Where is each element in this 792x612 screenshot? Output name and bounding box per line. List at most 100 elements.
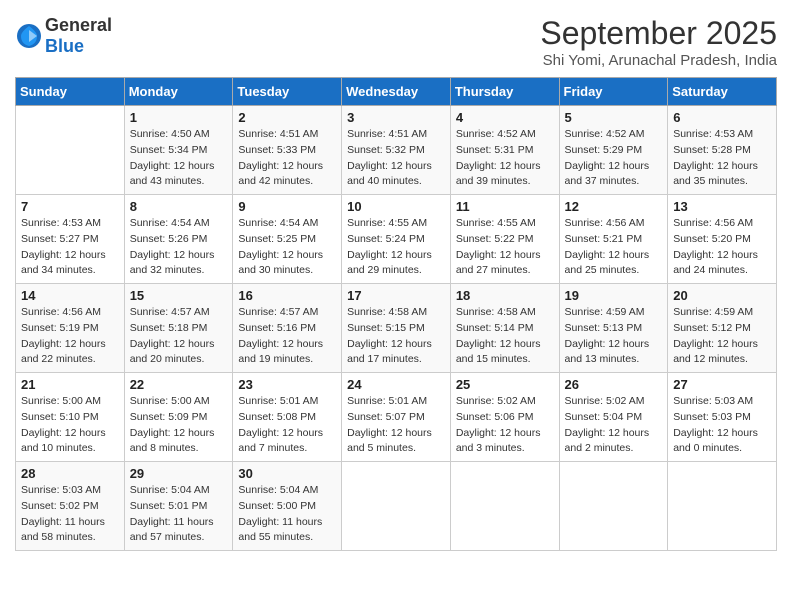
calendar-cell: 10Sunrise: 4:55 AMSunset: 5:24 PMDayligh…	[342, 195, 451, 284]
day-info: Sunrise: 5:02 AMSunset: 5:04 PMDaylight:…	[565, 394, 663, 457]
calendar-cell	[342, 462, 451, 551]
day-number: 18	[456, 288, 554, 303]
day-info: Sunrise: 4:50 AMSunset: 5:34 PMDaylight:…	[130, 127, 228, 190]
calendar-cell: 19Sunrise: 4:59 AMSunset: 5:13 PMDayligh…	[559, 284, 668, 373]
day-number: 7	[21, 199, 119, 214]
day-number: 19	[565, 288, 663, 303]
calendar-header-row: SundayMondayTuesdayWednesdayThursdayFrid…	[16, 78, 777, 106]
day-info: Sunrise: 4:55 AMSunset: 5:22 PMDaylight:…	[456, 216, 554, 279]
title-block: September 2025 Shi Yomi, Arunachal Prade…	[540, 15, 777, 69]
calendar-cell: 22Sunrise: 5:00 AMSunset: 5:09 PMDayligh…	[124, 373, 233, 462]
day-info: Sunrise: 5:02 AMSunset: 5:06 PMDaylight:…	[456, 394, 554, 457]
day-info: Sunrise: 5:04 AMSunset: 5:01 PMDaylight:…	[130, 483, 228, 546]
calendar-cell: 6Sunrise: 4:53 AMSunset: 5:28 PMDaylight…	[668, 106, 777, 195]
calendar-cell: 28 Sunrise: 5:03 AMSunset: 5:02 PMDayligh…	[16, 462, 125, 551]
day-number: 15	[130, 288, 228, 303]
day-info: Sunrise: 4:56 AMSunset: 5:20 PMDaylight:…	[673, 216, 771, 279]
day-info: Sunrise: 4:53 AMSunset: 5:28 PMDaylight:…	[673, 127, 771, 190]
day-number: 10	[347, 199, 445, 214]
calendar-cell: 13 Sunrise: 4:56 AMSunset: 5:20 PMDayligh…	[668, 195, 777, 284]
day-info: Sunrise: 4:54 AMSunset: 5:25 PMDaylight:…	[238, 216, 336, 279]
day-number: 17	[347, 288, 445, 303]
day-info: Sunrise: 5:00 AMSunset: 5:10 PMDaylight:…	[21, 394, 119, 457]
day-number: 12	[565, 199, 663, 214]
day-info: Sunrise: 4:57 AMSunset: 5:18 PMDaylight:…	[130, 305, 228, 368]
calendar-cell: 30Sunrise: 5:04 AMSunset: 5:00 PMDayligh…	[233, 462, 342, 551]
day-number: 25	[456, 377, 554, 392]
calendar-cell: 26Sunrise: 5:02 AMSunset: 5:04 PMDayligh…	[559, 373, 668, 462]
calendar-cell: 9 Sunrise: 4:54 AMSunset: 5:25 PMDaylight…	[233, 195, 342, 284]
calendar-cell: 1 Sunrise: 4:50 AMSunset: 5:34 PMDaylight…	[124, 106, 233, 195]
calendar-header-wednesday: Wednesday	[342, 78, 451, 106]
day-info: Sunrise: 5:01 AMSunset: 5:07 PMDaylight:…	[347, 394, 445, 457]
calendar-week-3: 14 Sunrise: 4:56 AMSunset: 5:19 PMDayligh…	[16, 284, 777, 373]
calendar-cell: 2 Sunrise: 4:51 AMSunset: 5:33 PMDaylight…	[233, 106, 342, 195]
calendar-header-saturday: Saturday	[668, 78, 777, 106]
day-info: Sunrise: 4:56 AMSunset: 5:19 PMDaylight:…	[21, 305, 119, 368]
day-number: 5	[565, 110, 663, 125]
day-info: Sunrise: 4:58 AMSunset: 5:15 PMDaylight:…	[347, 305, 445, 368]
day-info: Sunrise: 4:59 AMSunset: 5:12 PMDaylight:…	[673, 305, 771, 368]
day-number: 3	[347, 110, 445, 125]
day-info: Sunrise: 4:57 AMSunset: 5:16 PMDaylight:…	[238, 305, 336, 368]
day-number: 2	[238, 110, 336, 125]
calendar-cell	[559, 462, 668, 551]
day-info: Sunrise: 5:04 AMSunset: 5:00 PMDaylight:…	[238, 483, 336, 546]
day-info: Sunrise: 5:03 AMSunset: 5:02 PMDaylight:…	[21, 483, 119, 546]
calendar-week-2: 7 Sunrise: 4:53 AMSunset: 5:27 PMDaylight…	[16, 195, 777, 284]
day-number: 23	[238, 377, 336, 392]
day-number: 4	[456, 110, 554, 125]
day-info: Sunrise: 4:52 AMSunset: 5:29 PMDaylight:…	[565, 127, 663, 190]
calendar-cell: 15 Sunrise: 4:57 AMSunset: 5:18 PMDayligh…	[124, 284, 233, 373]
logo-blue-text: Blue	[45, 36, 84, 56]
day-number: 14	[21, 288, 119, 303]
day-info: Sunrise: 4:53 AMSunset: 5:27 PMDaylight:…	[21, 216, 119, 279]
calendar-cell: 20 Sunrise: 4:59 AMSunset: 5:12 PMDayligh…	[668, 284, 777, 373]
day-info: Sunrise: 5:03 AMSunset: 5:03 PMDaylight:…	[673, 394, 771, 457]
day-number: 9	[238, 199, 336, 214]
day-info: Sunrise: 4:51 AMSunset: 5:32 PMDaylight:…	[347, 127, 445, 190]
day-number: 1	[130, 110, 228, 125]
month-title: September 2025	[540, 15, 777, 52]
calendar-week-4: 21Sunrise: 5:00 AMSunset: 5:10 PMDayligh…	[16, 373, 777, 462]
calendar-cell: 25 Sunrise: 5:02 AMSunset: 5:06 PMDayligh…	[450, 373, 559, 462]
calendar-cell: 27 Sunrise: 5:03 AMSunset: 5:03 PMDayligh…	[668, 373, 777, 462]
day-number: 27	[673, 377, 771, 392]
day-number: 29	[130, 466, 228, 481]
calendar-cell: 8 Sunrise: 4:54 AMSunset: 5:26 PMDaylight…	[124, 195, 233, 284]
calendar-cell: 16 Sunrise: 4:57 AMSunset: 5:16 PMDayligh…	[233, 284, 342, 373]
calendar-cell	[450, 462, 559, 551]
calendar-header-tuesday: Tuesday	[233, 78, 342, 106]
day-info: Sunrise: 4:58 AMSunset: 5:14 PMDaylight:…	[456, 305, 554, 368]
day-number: 20	[673, 288, 771, 303]
day-number: 24	[347, 377, 445, 392]
day-info: Sunrise: 4:54 AMSunset: 5:26 PMDaylight:…	[130, 216, 228, 279]
calendar-cell: 24 Sunrise: 5:01 AMSunset: 5:07 PMDayligh…	[342, 373, 451, 462]
calendar-header-friday: Friday	[559, 78, 668, 106]
calendar-cell: 5 Sunrise: 4:52 AMSunset: 5:29 PMDaylight…	[559, 106, 668, 195]
day-number: 11	[456, 199, 554, 214]
day-info: Sunrise: 4:51 AMSunset: 5:33 PMDaylight:…	[238, 127, 336, 190]
calendar-cell: 14 Sunrise: 4:56 AMSunset: 5:19 PMDayligh…	[16, 284, 125, 373]
calendar-week-1: 1 Sunrise: 4:50 AMSunset: 5:34 PMDaylight…	[16, 106, 777, 195]
calendar-header-sunday: Sunday	[16, 78, 125, 106]
day-number: 8	[130, 199, 228, 214]
day-number: 28	[21, 466, 119, 481]
calendar-header-thursday: Thursday	[450, 78, 559, 106]
day-info: Sunrise: 4:52 AMSunset: 5:31 PMDaylight:…	[456, 127, 554, 190]
day-number: 16	[238, 288, 336, 303]
calendar-week-5: 28 Sunrise: 5:03 AMSunset: 5:02 PMDayligh…	[16, 462, 777, 551]
calendar-cell: 7 Sunrise: 4:53 AMSunset: 5:27 PMDaylight…	[16, 195, 125, 284]
calendar-cell: 21Sunrise: 5:00 AMSunset: 5:10 PMDayligh…	[16, 373, 125, 462]
calendar-cell: 17 Sunrise: 4:58 AMSunset: 5:15 PMDayligh…	[342, 284, 451, 373]
calendar-cell: 23Sunrise: 5:01 AMSunset: 5:08 PMDayligh…	[233, 373, 342, 462]
calendar-header-monday: Monday	[124, 78, 233, 106]
calendar-cell: 29 Sunrise: 5:04 AMSunset: 5:01 PMDayligh…	[124, 462, 233, 551]
calendar-table: SundayMondayTuesdayWednesdayThursdayFrid…	[15, 77, 777, 551]
calendar-cell	[668, 462, 777, 551]
calendar-cell: 4 Sunrise: 4:52 AMSunset: 5:31 PMDaylight…	[450, 106, 559, 195]
logo: General Blue	[15, 15, 112, 57]
page-header: General Blue September 2025 Shi Yomi, Ar…	[15, 15, 777, 69]
day-number: 13	[673, 199, 771, 214]
location: Shi Yomi, Arunachal Pradesh, India	[540, 52, 777, 69]
